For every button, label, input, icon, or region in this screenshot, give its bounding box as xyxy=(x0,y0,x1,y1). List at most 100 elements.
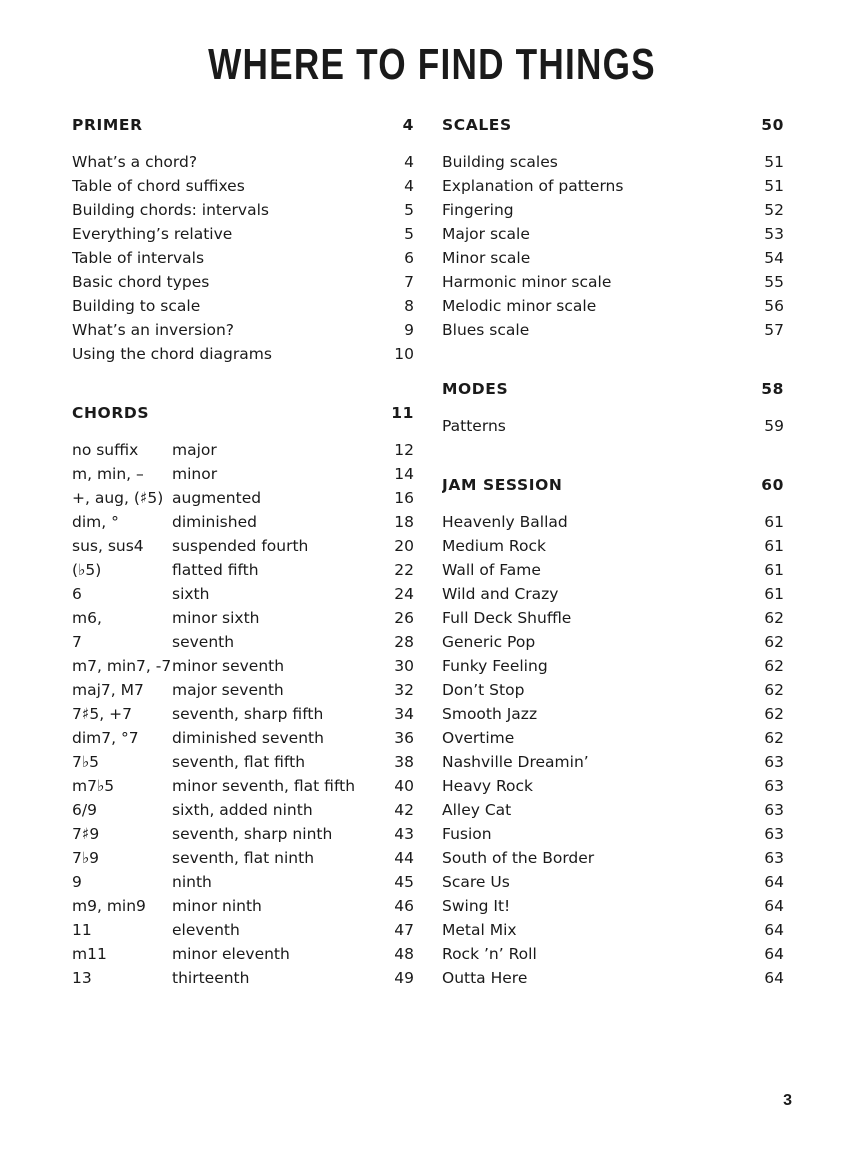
toc-entry-minor[interactable]: m, min, – minor 14 xyxy=(72,462,414,486)
entry-page-number: 62 xyxy=(764,609,784,627)
entry-label: Everything’s relative xyxy=(72,225,233,243)
toc-entry-major-seventh[interactable]: maj7, M7 major seventh 32 xyxy=(72,678,414,702)
entry-page-number: 59 xyxy=(764,417,784,435)
entry-page-number: 64 xyxy=(764,945,784,963)
toc-entry-medium-rock[interactable]: Medium Rock 61 xyxy=(442,534,784,558)
chord-description: minor ninth xyxy=(172,897,262,915)
toc-entry-building-chords-intervals[interactable]: Building chords: intervals 5 xyxy=(72,198,414,222)
toc-section-header-modes[interactable]: MODES 58 xyxy=(442,376,784,402)
entry-page-number: 42 xyxy=(394,801,414,819)
toc-entry-building-to-scale[interactable]: Building to scale 8 xyxy=(72,294,414,318)
toc-entry-seventh[interactable]: 7 seventh 28 xyxy=(72,630,414,654)
entry-page-number: 20 xyxy=(394,537,414,555)
toc-entry-suspended-fourth[interactable]: sus, sus4 suspended fourth 20 xyxy=(72,534,414,558)
entry-label: Overtime xyxy=(442,729,515,747)
toc-entry-outta-here[interactable]: Outta Here 64 xyxy=(442,966,784,990)
chord-description: eleventh xyxy=(172,921,240,939)
toc-entry-explanation-of-patterns[interactable]: Explanation of patterns 51 xyxy=(442,174,784,198)
toc-entry-minor-sixth[interactable]: m6, minor sixth 26 xyxy=(72,606,414,630)
toc-entry-fingering[interactable]: Fingering 52 xyxy=(442,198,784,222)
chord-suffix: (♭5) xyxy=(72,561,102,579)
toc-entry-wall-of-fame[interactable]: Wall of Fame 61 xyxy=(442,558,784,582)
toc-entry-building-scales[interactable]: Building scales 51 xyxy=(442,150,784,174)
toc-entry-whats-an-inversion[interactable]: What’s an inversion? 9 xyxy=(72,318,414,342)
toc-section-primer: PRIMER 4 What’s a chord? 4 Table of chord su… xyxy=(72,112,414,366)
toc-entry-sixth[interactable]: 6 sixth 24 xyxy=(72,582,414,606)
toc-entry-alley-cat[interactable]: Alley Cat 63 xyxy=(442,798,784,822)
toc-entry-flatted-fifth[interactable]: (♭5) flatted fifth 22 xyxy=(72,558,414,582)
toc-entry-wild-and-crazy[interactable]: Wild and Crazy 61 xyxy=(442,582,784,606)
toc-entry-blues-scale[interactable]: Blues scale 57 xyxy=(442,318,784,342)
entry-page-number: 64 xyxy=(764,969,784,987)
chord-suffix: 7♭5 xyxy=(72,753,100,771)
toc-entry-funky-feeling[interactable]: Funky Feeling 62 xyxy=(442,654,784,678)
chord-suffix: maj7, M7 xyxy=(72,681,144,699)
toc-section-header-chords[interactable]: CHORDS 11 xyxy=(72,400,414,426)
toc-entry-melodic-minor-scale[interactable]: Melodic minor scale 56 xyxy=(442,294,784,318)
toc-entry-sixth-added-ninth[interactable]: 6/9 sixth, added ninth 42 xyxy=(72,798,414,822)
toc-entry-metal-mix[interactable]: Metal Mix 64 xyxy=(442,918,784,942)
toc-entry-diminished-seventh[interactable]: dim7, °7 diminished seventh 36 xyxy=(72,726,414,750)
toc-entry-generic-pop[interactable]: Generic Pop 62 xyxy=(442,630,784,654)
toc-entry-augmented[interactable]: +, aug, (♯5) augmented 16 xyxy=(72,486,414,510)
toc-entry-nashville-dreamin[interactable]: Nashville Dreamin’ 63 xyxy=(442,750,784,774)
chord-description: minor sixth xyxy=(172,609,260,627)
toc-entry-ninth[interactable]: 9 ninth 45 xyxy=(72,870,414,894)
toc-entry-full-deck-shuffle[interactable]: Full Deck Shuffle 62 xyxy=(442,606,784,630)
entry-page-number: 4 xyxy=(404,177,414,195)
toc-section-header-jam-session[interactable]: JAM SESSION 60 xyxy=(442,472,784,498)
toc-entry-table-of-chord-suffixes[interactable]: Table of chord suffixes 4 xyxy=(72,174,414,198)
toc-entry-minor-scale[interactable]: Minor scale 54 xyxy=(442,246,784,270)
toc-entry-seventh-sharp-fifth[interactable]: 7♯5, +7 seventh, sharp fifth 34 xyxy=(72,702,414,726)
toc-entry-eleventh[interactable]: 11 eleventh 47 xyxy=(72,918,414,942)
entry-page-number: 12 xyxy=(394,441,414,459)
toc-entry-minor-eleventh[interactable]: m11 minor eleventh 48 xyxy=(72,942,414,966)
toc-entry-overtime[interactable]: Overtime 62 xyxy=(442,726,784,750)
entry-label: Full Deck Shuffle xyxy=(442,609,572,627)
toc-entry-diminished[interactable]: dim, ° diminished 18 xyxy=(72,510,414,534)
toc-entry-major[interactable]: no suffix major 12 xyxy=(72,438,414,462)
toc-entry-everythings-relative[interactable]: Everything’s relative 5 xyxy=(72,222,414,246)
entry-page-number: 30 xyxy=(394,657,414,675)
chord-description: sixth, added ninth xyxy=(172,801,313,819)
chord-description: thirteenth xyxy=(172,969,250,987)
toc-entry-seventh-sharp-ninth[interactable]: 7♯9 seventh, sharp ninth 43 xyxy=(72,822,414,846)
toc-entry-using-the-chord-diagrams[interactable]: Using the chord diagrams 10 xyxy=(72,342,414,366)
toc-entry-dont-stop[interactable]: Don’t Stop 62 xyxy=(442,678,784,702)
toc-entry-thirteenth[interactable]: 13 thirteenth 49 xyxy=(72,966,414,990)
toc-section-header-scales[interactable]: SCALES 50 xyxy=(442,112,784,138)
chord-suffix: dim7, °7 xyxy=(72,729,139,747)
toc-entry-minor-ninth[interactable]: m9, min9 minor ninth 46 xyxy=(72,894,414,918)
toc-entry-minor-seventh-flat-fifth[interactable]: m7♭5 minor seventh, flat fifth 40 xyxy=(72,774,414,798)
entry-page-number: 8 xyxy=(404,297,414,315)
toc-entry-south-of-the-border[interactable]: South of the Border 63 xyxy=(442,846,784,870)
chord-description: minor xyxy=(172,465,218,483)
toc-entry-seventh-flat-fifth[interactable]: 7♭5 seventh, flat fifth 38 xyxy=(72,750,414,774)
chord-description: augmented xyxy=(172,489,262,507)
toc-entry-basic-chord-types[interactable]: Basic chord types 7 xyxy=(72,270,414,294)
toc-section-header-primer[interactable]: PRIMER 4 xyxy=(72,112,414,138)
toc-entry-swing-it[interactable]: Swing It! 64 xyxy=(442,894,784,918)
toc-entry-fusion[interactable]: Fusion 63 xyxy=(442,822,784,846)
toc-entry-scare-us[interactable]: Scare Us 64 xyxy=(442,870,784,894)
toc-entry-heavenly-ballad[interactable]: Heavenly Ballad 61 xyxy=(442,510,784,534)
entry-label: Harmonic minor scale xyxy=(442,273,612,291)
entry-label: Outta Here xyxy=(442,969,528,987)
entry-label: What’s an inversion? xyxy=(72,321,235,339)
chord-suffix: 11 xyxy=(72,921,92,939)
toc-entry-whats-a-chord[interactable]: What’s a chord? 4 xyxy=(72,150,414,174)
entry-page-number: 24 xyxy=(394,585,414,603)
toc-entry-table-of-intervals[interactable]: Table of intervals 6 xyxy=(72,246,414,270)
toc-entry-seventh-flat-ninth[interactable]: 7♭9 seventh, flat ninth 44 xyxy=(72,846,414,870)
toc-entry-minor-seventh[interactable]: m7, min7, -7 minor seventh 30 xyxy=(72,654,414,678)
toc-entry-harmonic-minor-scale[interactable]: Harmonic minor scale 55 xyxy=(442,270,784,294)
toc-entry-smooth-jazz[interactable]: Smooth Jazz 62 xyxy=(442,702,784,726)
toc-entry-heavy-rock[interactable]: Heavy Rock 63 xyxy=(442,774,784,798)
toc-entry-major-scale[interactable]: Major scale 53 xyxy=(442,222,784,246)
toc-entry-patterns[interactable]: Patterns 59 xyxy=(442,414,784,438)
toc-entry-rock-n-roll[interactable]: Rock ’n’ Roll 64 xyxy=(442,942,784,966)
